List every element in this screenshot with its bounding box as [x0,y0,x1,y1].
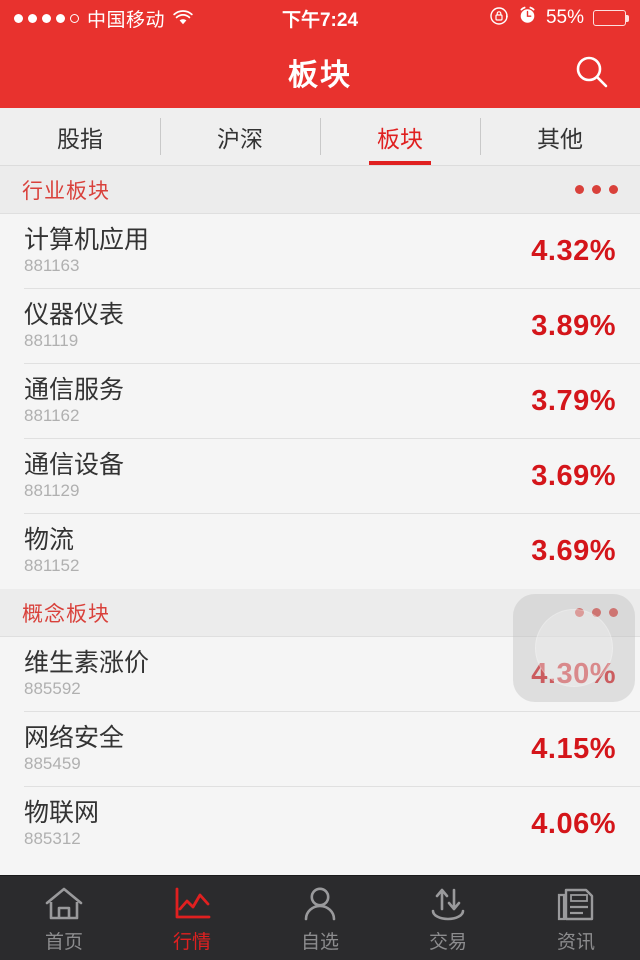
sector-list[interactable]: 行业板块 计算机应用 881163 4.32% 仪器仪表 881119 3.89… [0,166,640,875]
signal-dot-filled [14,13,23,23]
sector-name: 物流 [24,526,75,555]
sector-change: 3.79% [531,385,616,417]
row-info: 通信服务 881162 [24,377,124,425]
status-bar-right: 55% [489,6,629,31]
search-icon[interactable] [570,50,614,94]
signal-strength-dots [14,13,79,23]
signal-dot-empty [70,13,79,23]
more-dot [609,608,618,617]
sector-name: 维生素涨价 [24,649,150,678]
sector-code: 881162 [24,405,80,425]
status-bar-left: 中国移动 [14,5,193,32]
tab-label: 股指 [57,125,103,152]
more-dot [575,608,584,617]
tab-hushen[interactable]: 沪深 [160,108,320,165]
section-title: 概念板块 [22,602,110,626]
more-dot [592,185,601,194]
tab-qita[interactable]: 其他 [480,108,640,165]
table-row[interactable]: 维生素涨价 885592 4.30% [0,637,640,712]
signal-dot-filled [42,13,51,23]
sector-name: 通信服务 [24,376,125,405]
app-screen: 中国移动 下午7:24 55% 板块 股指 沪深 板块 其他 行业板块 计算机应… [0,0,640,960]
category-tab-bar: 股指 沪深 板块 其他 [0,108,640,166]
row-info: 网络安全 885459 [24,725,124,773]
trade-arrows-icon [427,883,469,923]
sector-code: 885459 [24,753,81,773]
sector-code: 881119 [24,330,79,350]
bottom-tab-home[interactable]: 首页 [0,876,128,960]
table-row[interactable]: 计算机应用 881163 4.32% [0,214,640,289]
bottom-tab-label: 资讯 [556,931,595,953]
sector-change: 3.69% [531,535,616,567]
tab-label: 沪深 [217,125,263,152]
bottom-tab-bar: 首页 行情 自选 交易 资讯 [0,875,640,960]
section-title: 行业板块 [22,179,110,203]
bottom-tab-trade[interactable]: 交易 [384,876,512,960]
sector-name: 仪器仪表 [24,301,125,330]
section-header-industry: 行业板块 [0,166,640,214]
table-row[interactable]: 仪器仪表 881119 3.89% [0,289,640,364]
more-dots-icon[interactable] [575,608,618,617]
more-dots-icon[interactable] [575,185,618,194]
sector-code: 885592 [24,678,81,698]
person-icon [299,883,341,923]
sector-change: 4.06% [531,808,616,840]
tab-guzhi[interactable]: 股指 [0,108,160,165]
bottom-tab-label: 交易 [428,931,467,953]
carrier-name: 中国移动 [87,9,166,31]
bottom-tab-news[interactable]: 资讯 [512,876,640,960]
more-dot [575,185,584,194]
bottom-tab-watchlist[interactable]: 自选 [256,876,384,960]
table-row[interactable]: 通信服务 881162 3.79% [0,364,640,439]
more-dot [609,185,618,194]
bottom-tab-quotes[interactable]: 行情 [128,876,256,960]
battery-icon [593,10,629,26]
page-title: 板块 [288,59,352,92]
tab-active-underline [369,161,431,165]
alarm-clock-icon [518,6,537,30]
sector-code: 885312 [24,828,81,848]
row-info: 维生素涨价 885592 [24,650,149,698]
sector-name: 物联网 [24,799,100,828]
bottom-tab-label: 自选 [300,931,339,953]
sector-code: 881152 [24,555,80,575]
battery-percent-label: 55% [545,7,584,28]
rotation-lock-icon [489,6,509,31]
sector-code: 881129 [24,480,80,500]
tab-bankuai[interactable]: 板块 [320,108,480,165]
sector-change: 4.15% [531,733,616,765]
table-row[interactable]: 网络安全 885459 4.15% [0,712,640,787]
row-info: 通信设备 881129 [24,452,124,500]
sector-change: 3.89% [531,310,616,342]
sector-change: 4.30% [531,658,616,690]
sector-change: 4.32% [531,235,616,267]
bottom-tab-label: 行情 [172,931,211,953]
row-info: 物流 881152 [24,527,79,575]
status-bar: 中国移动 下午7:24 55% [0,0,640,36]
navigation-bar: 板块 [0,36,640,108]
table-row[interactable]: 通信设备 881129 3.69% [0,439,640,514]
sector-name: 网络安全 [24,724,125,753]
news-icon [555,883,597,923]
signal-dot-filled [56,13,65,23]
bottom-tab-label: 首页 [44,931,83,953]
row-info: 物联网 885312 [24,800,99,848]
home-icon [43,883,85,923]
signal-dot-filled [28,13,37,23]
section-header-concept: 概念板块 [0,589,640,637]
wifi-icon [173,10,193,26]
table-row[interactable]: 物联网 885312 4.06% [0,787,640,862]
chart-icon [171,883,213,923]
sector-name: 计算机应用 [24,226,150,255]
sector-change: 3.69% [531,460,616,492]
sector-code: 881163 [24,255,80,275]
tab-label: 板块 [377,125,423,152]
row-info: 仪器仪表 881119 [24,302,124,350]
row-info: 计算机应用 881163 [24,227,149,275]
sector-name: 通信设备 [24,451,125,480]
table-row[interactable]: 物流 881152 3.69% [0,514,640,589]
tab-label: 其他 [537,125,583,152]
more-dot [592,608,601,617]
